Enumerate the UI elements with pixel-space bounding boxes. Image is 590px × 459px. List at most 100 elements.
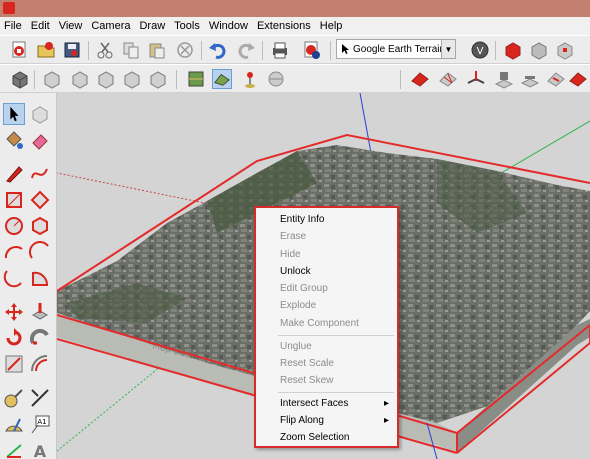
axes-icon[interactable] bbox=[3, 439, 25, 459]
share-model-icon[interactable] bbox=[529, 40, 549, 60]
eraser-icon[interactable] bbox=[29, 129, 51, 151]
drape-icon[interactable] bbox=[520, 69, 540, 89]
location-dropdown[interactable]: Google Earth Terrain ▼ bbox=[336, 39, 456, 59]
svg-text:A: A bbox=[34, 442, 47, 459]
two-point-arc-icon[interactable] bbox=[29, 241, 51, 263]
menu-draw[interactable]: Draw bbox=[139, 20, 165, 32]
line-pencil-icon[interactable] bbox=[3, 163, 25, 185]
menu-item-flip-along[interactable]: Flip Along ▸ bbox=[256, 412, 397, 429]
rotate-icon[interactable] bbox=[3, 327, 25, 349]
menu-item-zoom-selection[interactable]: Zoom Selection bbox=[256, 429, 397, 446]
select-arrow-icon[interactable] bbox=[3, 103, 25, 125]
three-point-arc-icon[interactable] bbox=[3, 267, 25, 289]
3d-text-icon[interactable]: A bbox=[29, 439, 51, 459]
iso-view-icon[interactable] bbox=[10, 69, 30, 89]
large-tool-set: A1 A bbox=[0, 93, 57, 459]
menu-item-reset-skew[interactable]: Reset Skew bbox=[256, 372, 397, 389]
extension-warehouse-icon[interactable] bbox=[555, 40, 575, 60]
menu-item-flip-along-label: Flip Along bbox=[280, 415, 324, 426]
scale-icon[interactable] bbox=[3, 353, 25, 375]
menu-separator bbox=[278, 335, 394, 336]
undo-icon[interactable] bbox=[208, 40, 228, 60]
follow-me-icon[interactable] bbox=[29, 327, 51, 349]
make-component-icon[interactable] bbox=[29, 103, 51, 125]
print-icon[interactable] bbox=[270, 40, 290, 60]
menu-extensions[interactable]: Extensions bbox=[257, 20, 311, 32]
back-view-icon[interactable] bbox=[122, 69, 142, 89]
svg-text:V: V bbox=[477, 46, 484, 57]
paint-bucket-icon[interactable] bbox=[3, 129, 25, 151]
left-view-icon[interactable] bbox=[148, 69, 168, 89]
menu-item-unglue[interactable]: Unglue bbox=[256, 338, 397, 355]
svg-text:A1: A1 bbox=[37, 418, 46, 426]
add-detail-icon[interactable] bbox=[546, 69, 566, 89]
menu-tools[interactable]: Tools bbox=[174, 20, 200, 32]
menu-view[interactable]: View bbox=[59, 20, 83, 32]
open-folder-icon[interactable] bbox=[36, 40, 56, 60]
photo-textures-icon[interactable]: V bbox=[470, 40, 490, 60]
menu-item-unlock[interactable]: Unlock bbox=[256, 263, 397, 280]
freehand-icon[interactable] bbox=[29, 163, 51, 185]
push-pull-icon[interactable] bbox=[29, 301, 51, 323]
circle-icon[interactable] bbox=[3, 215, 25, 237]
polygon-icon[interactable] bbox=[29, 215, 51, 237]
smoove-icon[interactable] bbox=[466, 69, 486, 89]
menu-separator bbox=[278, 392, 394, 393]
menu-item-make-component[interactable]: Make Component bbox=[256, 315, 397, 332]
3d-warehouse-icon[interactable] bbox=[503, 40, 523, 60]
menu-file[interactable]: File bbox=[4, 20, 22, 32]
move-icon[interactable] bbox=[3, 301, 25, 323]
menu-item-hide[interactable]: Hide bbox=[256, 246, 397, 263]
pie-icon[interactable] bbox=[29, 267, 51, 289]
dimension-icon[interactable] bbox=[29, 387, 51, 409]
top-view-icon[interactable] bbox=[42, 69, 62, 89]
redo-icon[interactable] bbox=[236, 40, 256, 60]
text-tool-icon[interactable]: A1 bbox=[29, 413, 51, 435]
protractor-icon[interactable] bbox=[3, 413, 25, 435]
new-model-icon[interactable] bbox=[10, 40, 30, 60]
toggle-terrain-icon[interactable] bbox=[212, 69, 232, 89]
views-toolbar bbox=[0, 64, 590, 93]
menu-camera[interactable]: Camera bbox=[91, 20, 130, 32]
save-icon[interactable] bbox=[62, 40, 82, 60]
rotated-rectangle-icon[interactable] bbox=[29, 189, 51, 211]
copy-icon[interactable] bbox=[121, 40, 141, 60]
menu-item-intersect-faces[interactable]: Intersect Faces ▸ bbox=[256, 395, 397, 412]
paste-icon[interactable] bbox=[147, 40, 167, 60]
add-location-icon[interactable] bbox=[186, 69, 206, 89]
menu-edit[interactable]: Edit bbox=[31, 20, 50, 32]
submenu-arrow-icon: ▸ bbox=[383, 415, 389, 426]
flip-edge-icon[interactable] bbox=[568, 69, 588, 89]
right-view-icon[interactable] bbox=[96, 69, 116, 89]
menu-help[interactable]: Help bbox=[320, 20, 343, 32]
arc-icon[interactable] bbox=[3, 241, 25, 263]
menu-item-erase[interactable]: Erase bbox=[256, 228, 397, 245]
rectangle-icon[interactable] bbox=[3, 189, 25, 211]
photo-textures-pin-icon[interactable] bbox=[240, 69, 260, 89]
get-photo-icon[interactable] bbox=[266, 69, 286, 89]
cut-icon[interactable] bbox=[95, 40, 115, 60]
offset-icon[interactable] bbox=[29, 353, 51, 375]
chevron-down-icon[interactable]: ▼ bbox=[441, 40, 455, 58]
tape-measure-icon[interactable] bbox=[3, 387, 25, 409]
sandbox-from-contours-icon[interactable] bbox=[410, 69, 430, 89]
location-dropdown-value: Google Earth Terrain bbox=[353, 43, 441, 55]
menu-item-entity-info[interactable]: Entity Info bbox=[256, 211, 397, 228]
sandbox-from-scratch-icon[interactable] bbox=[438, 69, 458, 89]
model-info-icon[interactable] bbox=[302, 40, 322, 60]
title-bar bbox=[0, 0, 590, 17]
menu-window[interactable]: Window bbox=[209, 20, 248, 32]
submenu-arrow-icon: ▸ bbox=[383, 398, 389, 409]
menu-item-edit-group[interactable]: Edit Group bbox=[256, 280, 397, 297]
menu-item-intersect-faces-label: Intersect Faces bbox=[280, 398, 349, 409]
sketchup-logo-icon bbox=[3, 2, 15, 14]
erase-icon[interactable] bbox=[175, 40, 195, 60]
cursor-arrow-icon bbox=[342, 44, 349, 54]
context-menu: Entity Info Erase Hide Unlock Edit Group… bbox=[254, 206, 399, 448]
front-view-icon[interactable] bbox=[70, 69, 90, 89]
menu-item-explode[interactable]: Explode bbox=[256, 297, 397, 314]
menu-item-reset-scale[interactable]: Reset Scale bbox=[256, 355, 397, 372]
stamp-icon[interactable] bbox=[494, 69, 514, 89]
menu-bar: File Edit View Camera Draw Tools Window … bbox=[0, 17, 590, 35]
standard-toolbar: V bbox=[0, 35, 590, 64]
